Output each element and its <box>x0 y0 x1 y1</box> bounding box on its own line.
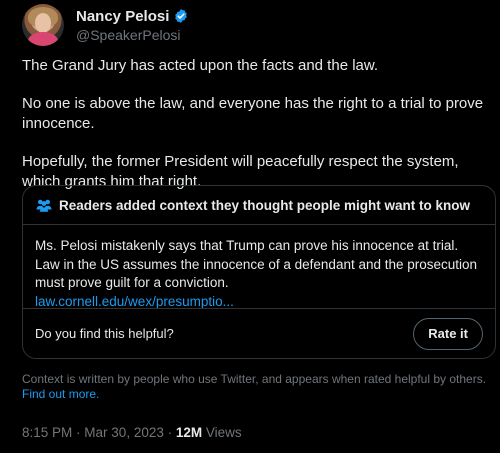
community-note-title: Readers added context they thought peopl… <box>59 197 471 213</box>
tweet-date[interactable]: Mar 30, 2023 <box>84 425 164 440</box>
community-note: Readers added context they thought peopl… <box>22 185 496 359</box>
avatar[interactable] <box>22 4 64 46</box>
tweet-paragraph: The Grand Jury has acted upon the facts … <box>22 57 379 74</box>
find-out-more-link[interactable]: Find out more. <box>22 387 99 401</box>
rate-it-button[interactable]: Rate it <box>413 317 483 350</box>
user-handle[interactable]: @SpeakerPelosi <box>76 27 189 43</box>
context-footer-text: Context is written by people who use Twi… <box>22 372 487 386</box>
tweet-meta: 8:15 PM · Mar 30, 2023 · 12M Views <box>22 425 242 440</box>
author-names: Nancy Pelosi @SpeakerPelosi <box>76 8 189 43</box>
community-note-text: Ms. Pelosi mistakenly says that Trump ca… <box>35 238 478 290</box>
display-name[interactable]: Nancy Pelosi <box>76 8 169 25</box>
tweet-paragraph: No one is above the law, and everyone ha… <box>22 95 484 132</box>
views-count: 12M <box>175 425 203 440</box>
tweet-header: Nancy Pelosi @SpeakerPelosi <box>22 4 189 46</box>
tweet-time[interactable]: 8:15 PM <box>22 425 72 440</box>
people-icon <box>36 199 52 212</box>
views-label: Views <box>205 425 242 440</box>
context-footer: Context is written by people who use Twi… <box>22 372 492 402</box>
community-note-header: Readers added context they thought peopl… <box>23 186 495 225</box>
meta-separator: · <box>167 425 176 440</box>
helpful-question: Do you find this helpful? <box>35 326 174 341</box>
verified-badge-icon <box>175 9 188 23</box>
community-note-footer: Do you find this helpful? Rate it <box>23 308 495 358</box>
community-note-body: Ms. Pelosi mistakenly says that Trump ca… <box>23 225 495 311</box>
